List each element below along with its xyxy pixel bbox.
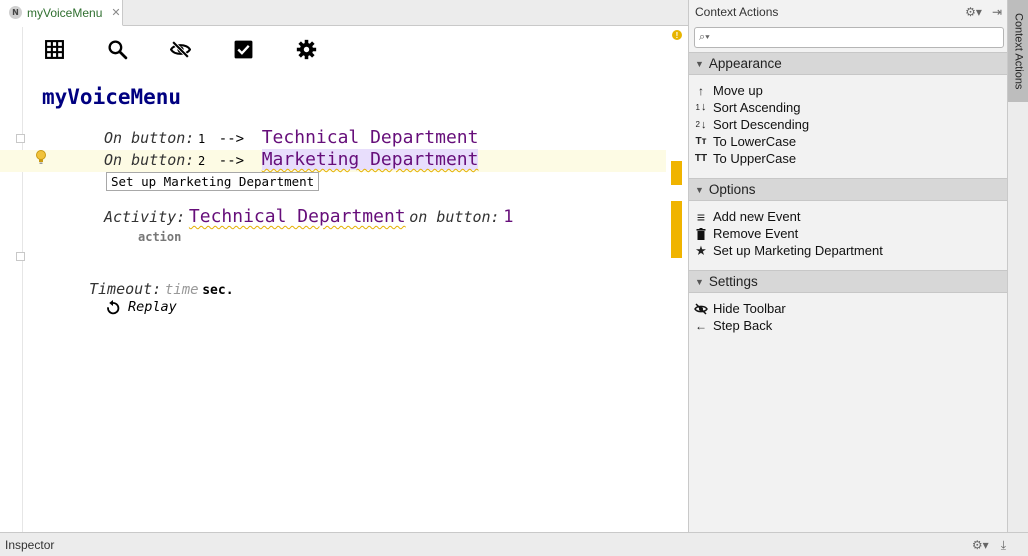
timeout-row[interactable]: Timeout: time sec. (89, 280, 234, 298)
hide-panel-icon[interactable]: ⤓ (1001, 538, 1006, 553)
side-tool-strip: Context Actions (1007, 0, 1028, 532)
hide-panel-icon[interactable]: ⇥ (992, 5, 1002, 19)
page-title[interactable]: myVoiceMenu (42, 85, 181, 109)
sort-descending-icon: 2 ↓ (695, 118, 707, 131)
replay-label: Replay (128, 299, 177, 315)
arrow-symbol: --> (218, 131, 245, 147)
department-reference[interactable]: Technical Department (262, 127, 479, 148)
action-hide-toolbar[interactable]: Hide Toolbar (694, 300, 786, 317)
editor-area[interactable]: ! myVoiceMenu On button: 1 --> Technical… (0, 27, 688, 532)
activity-keyword: Activity: (104, 208, 186, 226)
action-sort-ascending[interactable]: 1 ↓ Sort Ascending (694, 99, 801, 116)
section-title: Appearance (708, 56, 782, 71)
action-label: Remove Event (713, 226, 799, 241)
action-remove-event[interactable]: Remove Event (694, 225, 798, 242)
gear-icon[interactable]: ⚙▾ (972, 538, 989, 553)
search-icon[interactable] (107, 39, 128, 60)
on-button-keyword: On button: (104, 151, 195, 169)
search-icon: ⌕▾ (699, 31, 710, 43)
action-placeholder[interactable]: action (138, 230, 181, 244)
department-reference[interactable]: Marketing Department (261, 149, 479, 170)
action-add-new-event[interactable]: ≡ Add new Event (694, 208, 801, 225)
arrow-up-icon: ↑ (698, 83, 704, 98)
tab-myvoicemenu[interactable]: N myVoiceMenu ✕ (0, 0, 123, 26)
gutter-divider (22, 27, 23, 532)
arrow-symbol: --> (218, 153, 245, 169)
section-title: Options (708, 182, 756, 197)
inspector-label: Inspector (5, 537, 55, 552)
add-list-icon: ≡ (696, 208, 706, 225)
action-to-uppercase[interactable]: TT To UpperCase (694, 150, 796, 167)
sort-ascending-icon: 1 ↓ (695, 101, 707, 113)
collapse-triangle-icon: ▼ (695, 276, 704, 287)
action-to-lowercase[interactable]: Tт To LowerCase (694, 133, 796, 150)
editor-toolbar (44, 39, 317, 60)
eye-slash-icon (694, 302, 708, 316)
gear-icon[interactable]: ⚙▾ (965, 5, 982, 19)
uppercase-icon: TT (694, 153, 708, 164)
on-button-keyword: on button: (409, 208, 500, 226)
table-icon[interactable] (44, 39, 65, 60)
fold-marker[interactable] (16, 252, 25, 261)
section-title: Settings (708, 274, 758, 289)
gear-icon[interactable] (296, 39, 317, 60)
action-label: Add new Event (713, 209, 801, 224)
activity-row[interactable]: Activity: Technical Department on button… (104, 206, 513, 227)
action-label: Hide Toolbar (713, 301, 786, 316)
trash-icon (694, 227, 708, 241)
time-placeholder[interactable]: time (165, 282, 199, 298)
warning-icon[interactable]: ! (672, 30, 682, 40)
replay-row[interactable]: Replay (106, 299, 177, 315)
lowercase-icon: Tт (695, 136, 707, 147)
error-stripe-marker[interactable] (671, 161, 682, 185)
tab-label: myVoiceMenu (27, 5, 103, 20)
star-icon: ★ (695, 242, 707, 258)
search-field[interactable]: ⌕▾ (694, 27, 1004, 48)
eye-slash-icon[interactable] (170, 39, 191, 60)
activity-button-number[interactable]: 1 (503, 207, 513, 227)
action-label: To LowerCase (713, 134, 797, 149)
on-button-keyword: On button: (104, 129, 195, 147)
inspector-bar[interactable]: Inspector ⚙▾ ⤓ (0, 532, 1028, 556)
side-tab-label: Context Actions (1012, 12, 1025, 90)
button-number[interactable]: 1 (198, 132, 205, 146)
close-icon[interactable]: ✕ (111, 6, 120, 19)
action-label: Sort Ascending (713, 100, 801, 115)
collapse-triangle-icon: ▼ (695, 58, 704, 69)
editor-tab-bar: N myVoiceMenu ✕ (0, 0, 688, 26)
activity-department[interactable]: Technical Department (189, 206, 406, 227)
button-number[interactable]: 2 (198, 154, 205, 168)
menu-option-row[interactable]: On button: 1 --> Technical Department (104, 127, 478, 148)
action-set-up-marketing[interactable]: ★ Set up Marketing Department (694, 242, 883, 259)
replay-icon (107, 299, 120, 314)
action-move-up[interactable]: ↑ Move up (694, 82, 763, 99)
arrow-left-icon: ← (695, 318, 707, 333)
menu-option-row[interactable]: On button: 2 --> Marketing Department (104, 149, 479, 170)
section-settings[interactable]: ▼ Settings (689, 270, 1008, 293)
action-label: Step Back (713, 318, 773, 333)
action-step-back[interactable]: ← Step Back (694, 317, 772, 334)
collapse-triangle-icon: ▼ (695, 184, 704, 195)
action-sort-descending[interactable]: 2 ↓ Sort Descending (694, 116, 810, 133)
context-actions-panel: Context Actions ⚙▾ ⇥ ⌕▾ ▼ Appearance ↑ M… (688, 0, 1008, 532)
section-options[interactable]: ▼ Options (689, 178, 1008, 201)
panel-header: Context Actions ⚙▾ ⇥ (689, 0, 1008, 24)
checkbox-icon[interactable] (233, 39, 254, 60)
node-icon: N (9, 6, 22, 19)
lightbulb-icon[interactable] (34, 149, 48, 165)
intention-hint[interactable]: Set up Marketing Department (106, 172, 320, 191)
action-label: Set up Marketing Department (713, 243, 883, 258)
search-input[interactable] (713, 28, 1003, 47)
timeout-keyword: Timeout: (89, 280, 162, 298)
action-label: To UpperCase (713, 151, 797, 166)
action-label: Move up (713, 83, 763, 98)
action-label: Sort Descending (713, 117, 810, 132)
seconds-unit: sec. (202, 283, 234, 298)
error-stripe-marker[interactable] (671, 201, 682, 258)
panel-title: Context Actions (695, 5, 779, 19)
fold-marker[interactable] (16, 134, 25, 143)
tab-context-actions[interactable]: Context Actions (1008, 0, 1028, 102)
section-appearance[interactable]: ▼ Appearance (689, 52, 1008, 75)
